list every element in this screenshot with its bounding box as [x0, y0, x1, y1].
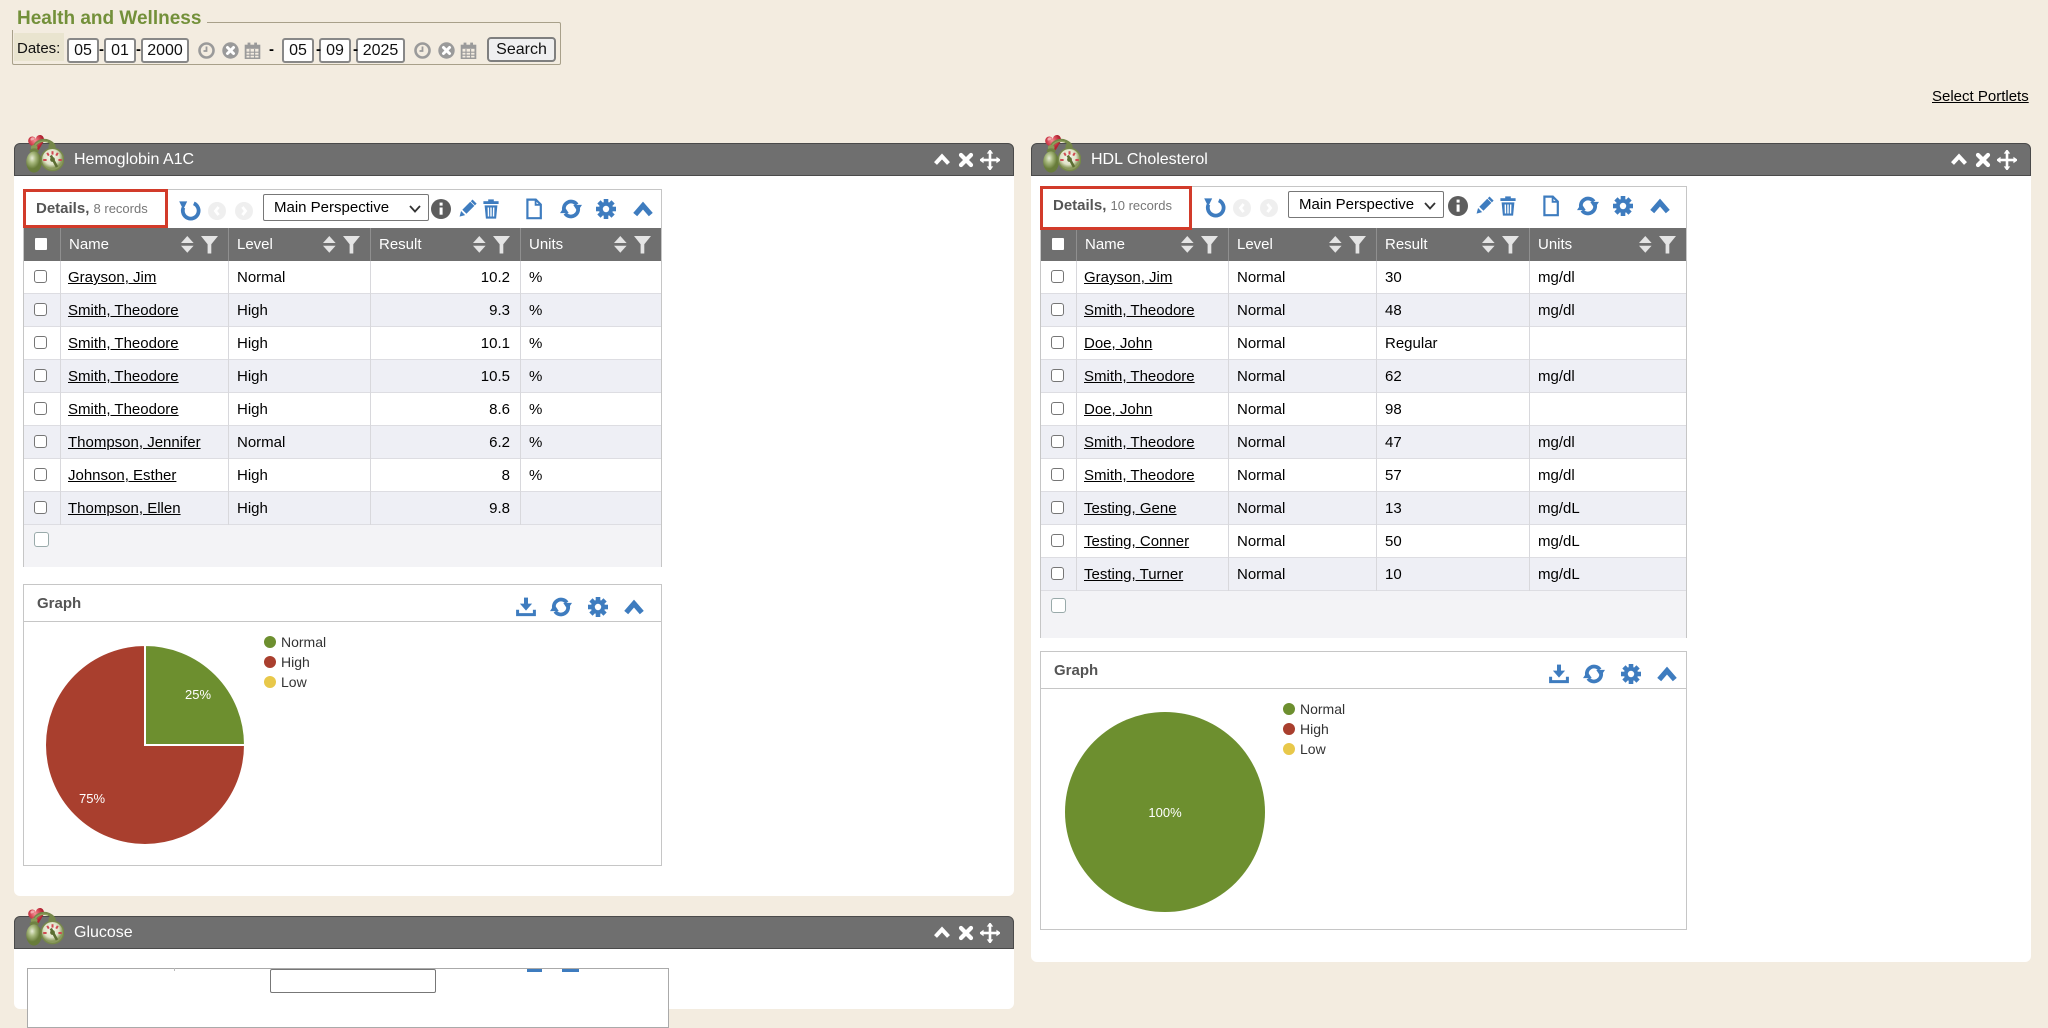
svg-text:75%: 75% — [79, 791, 105, 806]
svg-text:100%: 100% — [1148, 805, 1182, 820]
svg-text:25%: 25% — [185, 687, 211, 702]
